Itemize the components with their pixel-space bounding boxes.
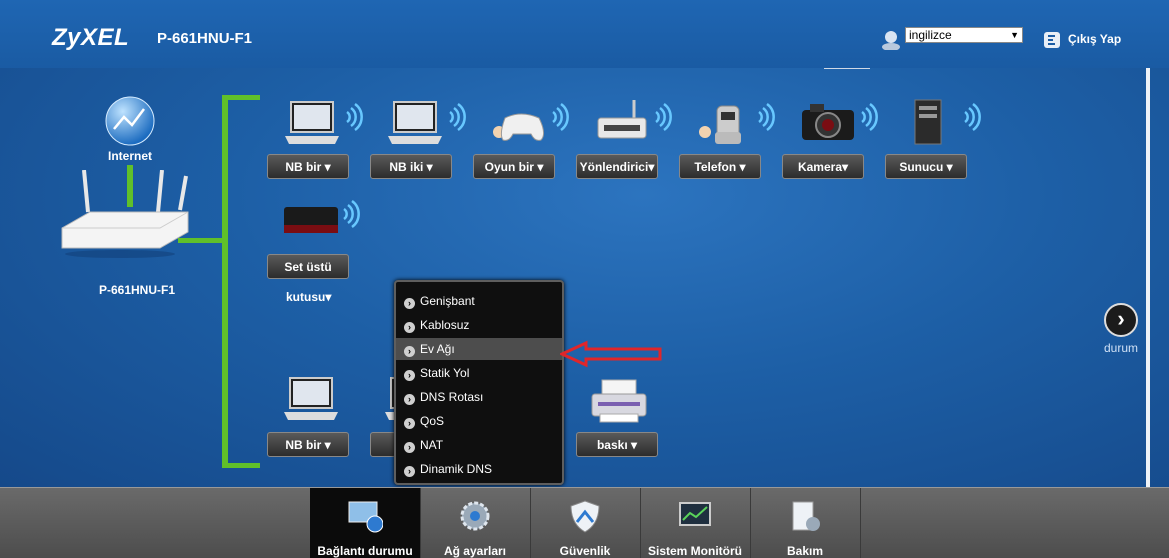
lan-bus-line <box>222 95 228 468</box>
wireless-device-label: Oyun bir <box>484 160 534 174</box>
router-image <box>61 170 189 258</box>
wireless-device-button[interactable]: Sunucu ▾ <box>885 154 967 179</box>
menu-item[interactable]: › QoS <box>404 410 560 432</box>
settop-label-2[interactable]: kutusu▾ <box>267 290 349 304</box>
menu-item[interactable]: › Genişbant <box>404 290 560 312</box>
maintenance-icon <box>792 501 820 531</box>
wired-device-button-3[interactable]: baskı ▾ <box>576 432 658 457</box>
wireless-device-button[interactable]: NB bir ▾ <box>267 154 349 179</box>
menu-item-label: QoS <box>420 414 445 428</box>
menu-item[interactable]: › DNS Rotası <box>404 386 560 408</box>
menu-item[interactable]: › Dinamik DNS <box>404 458 560 480</box>
router-icon <box>597 100 672 139</box>
internet-globe-icon <box>105 96 155 146</box>
wireless-device-button[interactable]: Yönlendirici▾ <box>576 154 658 179</box>
menu-item[interactable]: › Kablosuz <box>404 314 560 336</box>
model-name: P-661HNU-F1 <box>157 30 253 47</box>
wireless-device-button[interactable]: Oyun bir ▾ <box>473 154 555 179</box>
tab-connection-status[interactable]: Bağlantı durumu <box>310 488 420 558</box>
tab-label: Bağlantı durumu <box>317 544 413 558</box>
wireless-device-label: Sunucu <box>899 160 944 174</box>
printer-icon <box>591 379 647 423</box>
tab-label: Bakım <box>786 544 824 558</box>
wired-device-button-2[interactable] <box>370 432 396 457</box>
laptop-icon <box>388 101 466 144</box>
chevron-right-icon: › <box>404 394 415 405</box>
tab-maintenance[interactable]: Bakım <box>750 488 860 558</box>
menu-item-label: Ev Ağı <box>420 342 455 356</box>
wireless-device-label: Telefon <box>694 160 737 174</box>
tab-separator <box>860 488 861 558</box>
wired-device-label-1: NB bir <box>285 438 322 452</box>
wireless-device-label: Yönlendirici <box>579 160 649 174</box>
camera-icon <box>802 102 878 140</box>
logout-link[interactable]: Çıkış Yap <box>1068 32 1121 46</box>
menu-item-label: Statik Yol <box>420 366 470 380</box>
server-icon <box>914 99 981 145</box>
tab-gear[interactable]: Ağ ayarları <box>420 488 530 558</box>
right-edge-bar <box>1146 68 1150 487</box>
language-user-icon <box>882 31 900 50</box>
tab-label: Sistem Monitörü <box>647 544 742 558</box>
chevron-right-icon: › <box>404 418 415 429</box>
tab-label: Ağ ayarları <box>443 544 507 558</box>
chevron-right-icon: › <box>404 322 415 333</box>
menu-item-label: NAT <box>420 438 444 452</box>
wireless-device-button[interactable]: NB iki ▾ <box>370 154 452 179</box>
language-select-value: ingilizce <box>909 28 952 42</box>
menu-item-label: Genişbant <box>420 294 475 308</box>
next-label[interactable]: durum <box>1104 341 1138 355</box>
settop-box-icon <box>284 199 360 233</box>
chevron-right-icon: › <box>404 298 415 309</box>
laptop-icon <box>285 101 363 144</box>
menu-item[interactable]: › Statik Yol <box>404 362 560 384</box>
phone-icon <box>699 102 775 144</box>
logout-icon[interactable] <box>1043 31 1061 49</box>
lan-top-line <box>222 95 260 100</box>
red-arrow-annotation <box>560 340 662 368</box>
bottom-nav: Bağlantı durumu Ağ ayarları Güvenlik Sistem… <box>0 487 1169 558</box>
settop-label-2-text: kutusu <box>286 290 326 304</box>
menu-item-label: Dinamik DNS <box>420 462 493 476</box>
router-label: P-661HNU-F1 <box>98 283 176 297</box>
chevron-right-icon: › <box>404 346 415 357</box>
menu-item-label: DNS Rotası <box>420 390 484 404</box>
menu-item-label: Kablosuz <box>420 318 470 332</box>
wireless-device-label: Kamera <box>797 160 842 174</box>
connection-menu: › Genişbant › Kablosuz › Ev Ağı › Statik Yol › DN… <box>394 280 564 485</box>
brand-logo: ZyXEL <box>52 24 130 51</box>
chevron-right-icon: › <box>404 466 415 477</box>
tab-label: Güvenlik <box>559 544 611 558</box>
wireless-device-label: NB bir <box>285 160 322 174</box>
lan-bottom-line <box>222 463 260 468</box>
next-arrow-button[interactable]: › <box>1104 303 1138 337</box>
wireless-device-button[interactable]: Telefon ▾ <box>679 154 761 179</box>
shield-icon <box>570 500 600 533</box>
wireless-device-label: NB iki <box>389 160 424 174</box>
internet-label: Internet <box>107 149 152 163</box>
monitor-chart-icon <box>679 502 711 526</box>
settop-box-button[interactable]: Set üstü <box>267 254 349 279</box>
wired-device-button-1[interactable]: NB bir ▾ <box>267 432 349 457</box>
connection-status-icon <box>348 501 383 533</box>
chevron-right-icon: › <box>404 442 415 453</box>
laptop-icon <box>284 377 338 420</box>
tab-monitor-chart[interactable]: Sistem Monitörü <box>640 488 750 558</box>
gamepad-icon <box>493 102 569 141</box>
language-select[interactable]: ingilizce ▼ <box>905 27 1023 43</box>
tab-shield[interactable]: Güvenlik <box>530 488 640 558</box>
menu-item[interactable]: › Ev Ağı <box>396 338 562 360</box>
wired-device-label-3: baskı <box>596 438 628 452</box>
menu-item[interactable]: › NAT <box>404 434 560 456</box>
header-divider <box>824 68 870 69</box>
chevron-right-icon: › <box>404 370 415 381</box>
settop-label: Set üstü <box>284 260 332 274</box>
wireless-device-button[interactable]: Kamera▾ <box>782 154 864 179</box>
chevron-down-icon: ▼ <box>1010 30 1019 40</box>
gear-icon <box>460 501 490 531</box>
